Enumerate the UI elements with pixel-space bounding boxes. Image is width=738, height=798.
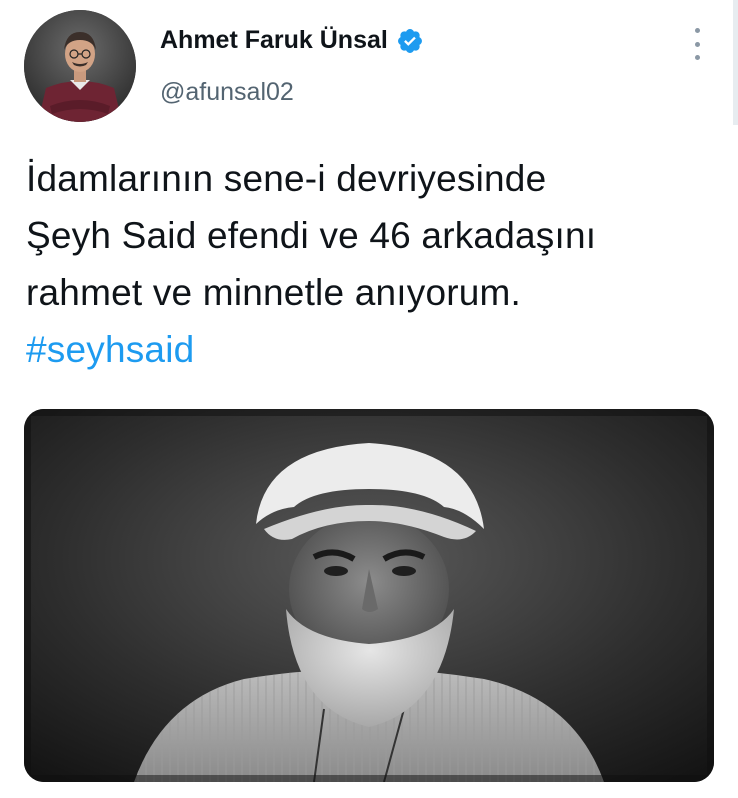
tweet-text-line: İdamlarının sene-i devriyesinde	[26, 158, 547, 199]
avatar-photo-icon	[24, 10, 136, 122]
tweet-text-line: Şeyh Said efendi ve 46 arkadaşını	[26, 215, 597, 256]
tweet-text-line: rahmet ve minnetle anıyorum.	[26, 272, 522, 313]
author-name-row: Ahmet Faruk Ünsal	[160, 26, 424, 55]
more-dot-icon	[694, 28, 700, 33]
author-handle[interactable]: @afunsal02	[160, 78, 294, 107]
more-options-button[interactable]	[686, 28, 708, 60]
tweet-media-photo[interactable]	[24, 409, 714, 782]
more-dot-icon	[694, 55, 700, 60]
portrait-photo-icon	[24, 409, 714, 782]
avatar[interactable]	[24, 10, 136, 122]
tweet-text: İdamlarının sene-i devriyesinde Şeyh Sai…	[26, 150, 716, 378]
verified-badge-icon	[396, 27, 424, 55]
hashtag-link[interactable]: #seyhsaid	[26, 321, 716, 378]
tweet-card: Ahmet Faruk Ünsal @afunsal02 İdamlarının…	[0, 0, 738, 798]
edge-divider	[733, 0, 738, 125]
more-dot-icon	[694, 41, 700, 47]
author-display-name[interactable]: Ahmet Faruk Ünsal	[160, 26, 388, 55]
